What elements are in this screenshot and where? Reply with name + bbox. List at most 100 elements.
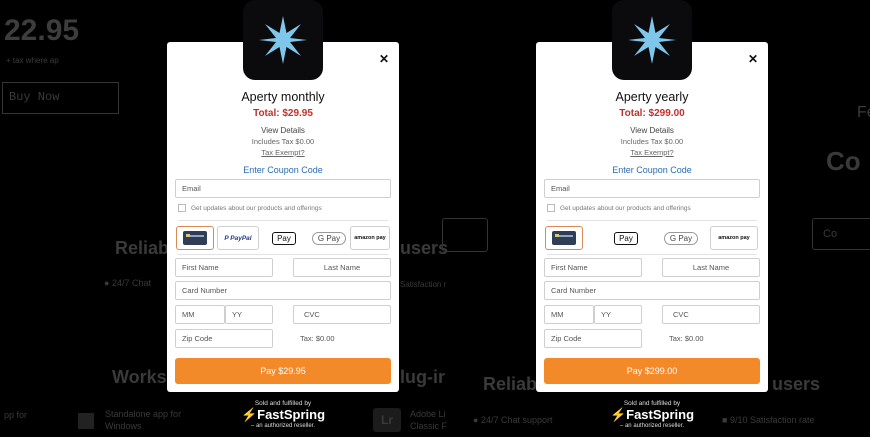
bg-price-subtext: + tax where ap [6, 56, 59, 65]
lightroom-icon: Lr [373, 408, 401, 432]
updates-checkbox-row[interactable]: Get updates about our products and offer… [178, 204, 322, 212]
last-name-placeholder: Last Name [692, 263, 730, 272]
bg-cor-text: Co [826, 146, 861, 176]
chat-bubble-icon: ■ [722, 415, 728, 425]
coupon-link[interactable]: Enter Coupon Code [167, 165, 399, 175]
google-pay-icon: G Pay [311, 231, 347, 245]
last-name-field[interactable]: Last Name [662, 258, 760, 277]
app-logo-icon [612, 0, 692, 80]
pay-method-paypal[interactable]: P PayPal [217, 226, 259, 250]
card-number-field[interactable]: Card Number [544, 281, 760, 300]
email-placeholder: Email [551, 184, 570, 193]
fastspring-brand: FastSpring [257, 407, 326, 422]
apple-pay-icon: Pay [614, 231, 638, 245]
card-number-placeholder: Card Number [551, 286, 597, 295]
pay-method-gpay[interactable]: G Pay [309, 226, 349, 250]
includes-tax: Includes Tax $0.00 [251, 137, 315, 146]
card-number-field[interactable]: Card Number [175, 281, 391, 300]
yy-field[interactable]: YY [594, 305, 642, 324]
checkout-modal-yearly: ✕ Aperty yearly Total: $299.00 View Deta… [536, 0, 768, 392]
bg-price: 22.95 [4, 14, 80, 47]
first-name-field[interactable]: First Name [544, 258, 642, 277]
divider [178, 254, 388, 255]
yy-field[interactable]: YY [225, 305, 273, 324]
updates-checkbox-row[interactable]: Get updates about our products and offer… [547, 204, 691, 212]
view-details-link[interactable]: View Details [167, 126, 399, 135]
updates-label: Get updates about our products and offer… [560, 204, 691, 212]
mm-placeholder: MM [182, 310, 195, 319]
last-name-placeholder: Last Name [323, 263, 361, 272]
cvc-placeholder: CVC [673, 310, 689, 319]
updates-checkbox[interactable] [547, 204, 555, 212]
clock-icon: ● [473, 415, 479, 425]
pay-method-applepay[interactable]: Pay [266, 226, 302, 250]
total-price: Total: $299.00 [619, 108, 685, 119]
app-logo-icon [243, 0, 323, 80]
bg-standalone: Standalone app for Windows [105, 408, 181, 432]
bg-heading-reliab-right: Reliab [483, 374, 538, 394]
close-icon[interactable]: ✕ [748, 52, 758, 66]
divider [547, 220, 757, 221]
tax-line: Tax: $0.00 [300, 334, 335, 343]
fastspring-brand: FastSpring [626, 407, 695, 422]
email-field[interactable]: Email [544, 179, 760, 198]
bg-heading-works: Works [112, 367, 167, 387]
updates-checkbox[interactable] [178, 204, 186, 212]
pay-method-amazon[interactable]: amazon pay [710, 226, 758, 250]
tax-exempt-link[interactable]: Tax Exempt? [167, 148, 399, 157]
divider [178, 220, 388, 221]
bg-heading-users-left: users [400, 238, 449, 258]
view-details-link[interactable]: View Details [536, 126, 768, 135]
pay-method-gpay[interactable]: G Pay [659, 226, 703, 250]
cvc-field[interactable]: CVC [293, 305, 391, 324]
zip-field[interactable]: Zip Code [544, 329, 642, 348]
first-name-placeholder: First Name [551, 263, 588, 272]
bg-box-middle [442, 218, 488, 252]
last-name-field[interactable]: Last Name [293, 258, 391, 277]
star-icon [259, 16, 307, 64]
bg-buy-now-button[interactable]: Buy Now [2, 82, 119, 114]
pay-method-applepay[interactable]: Pay [606, 226, 646, 250]
pay-method-card[interactable] [176, 226, 214, 250]
bg-satisfaction-right-text: 9/10 Satisfaction rate [729, 415, 815, 425]
fastspring-badge-left: Sold and fulfilled by ⚡FastSpring – an a… [233, 400, 333, 429]
bg-chat-right-text: 24/7 Chat support [480, 415, 553, 425]
email-field[interactable]: Email [175, 179, 391, 198]
bg-heading-reliab-left: Reliab [115, 238, 170, 258]
sold-by-text: Sold and fulfilled by [623, 400, 681, 407]
includes-tax: Includes Tax $0.00 [620, 137, 684, 146]
reseller-text: – an authorized reseller. [619, 423, 685, 429]
bg-satisfaction-left: Satisfaction r [400, 280, 447, 289]
bg-co-button-label: Co [823, 228, 838, 240]
amazon-pay-icon: amazon pay [354, 235, 386, 241]
bg-app-for: pp for [4, 410, 28, 420]
bg-standalone-line2: Windows [105, 421, 142, 431]
fastspring-mark-icon: ⚡ [609, 407, 627, 422]
email-placeholder: Email [182, 184, 201, 193]
pay-button[interactable]: Pay $29.95 [175, 358, 391, 384]
cvc-placeholder: CVC [304, 310, 320, 319]
mm-placeholder: MM [551, 310, 564, 319]
first-name-placeholder: First Name [182, 263, 219, 272]
mm-field[interactable]: MM [175, 305, 225, 324]
mm-field[interactable]: MM [544, 305, 594, 324]
zip-placeholder: Zip Code [182, 334, 213, 343]
divider [547, 254, 757, 255]
pay-method-card[interactable] [545, 226, 583, 250]
bg-buy-now-label: Buy Now [9, 90, 60, 104]
close-icon[interactable]: ✕ [379, 52, 389, 66]
zip-field[interactable]: Zip Code [175, 329, 273, 348]
coupon-link[interactable]: Enter Coupon Code [536, 165, 768, 175]
cvc-field[interactable]: CVC [662, 305, 760, 324]
bg-chat-left: ● 24/7 Chat [104, 278, 151, 288]
checkout-modal-monthly: ✕ Aperty monthly Total: $29.95 View Deta… [167, 0, 399, 392]
bg-co-button[interactable]: Co [812, 218, 870, 250]
tax-exempt-link[interactable]: Tax Exempt? [536, 148, 768, 157]
pay-button[interactable]: Pay $299.00 [544, 358, 760, 384]
pay-method-amazon[interactable]: amazon pay [350, 226, 390, 250]
clock-icon: ● [104, 278, 110, 288]
bg-adobe: Adobe Li Classic F [410, 408, 447, 432]
bg-standalone-line1: Standalone app for [105, 409, 182, 419]
bg-chat-right: ● 24/7 Chat support [473, 415, 553, 425]
first-name-field[interactable]: First Name [175, 258, 273, 277]
